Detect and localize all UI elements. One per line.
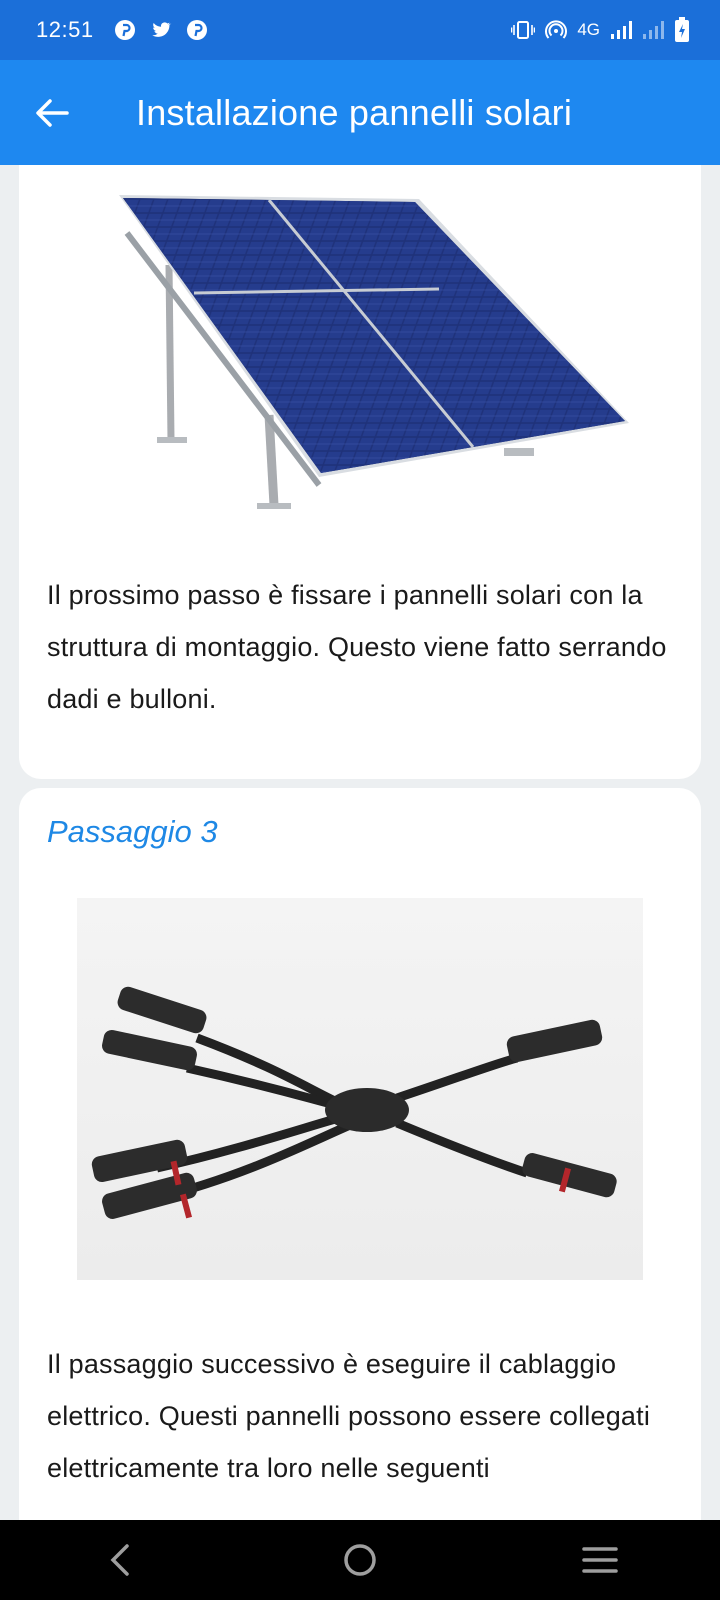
status-left: 12:51 <box>36 17 208 43</box>
signal-icon <box>643 21 664 39</box>
vibrate-icon <box>511 21 536 39</box>
status-time: 12:51 <box>36 17 94 42</box>
back-icon <box>110 1544 129 1576</box>
network-type: 4G <box>577 20 600 39</box>
nav-home-button[interactable] <box>320 1520 400 1600</box>
nav-back-button[interactable] <box>80 1520 160 1600</box>
connector-drawing <box>91 986 617 1219</box>
pinterest-icon <box>186 20 207 40</box>
step-card: Il prossimo passo è fissare i pannelli s… <box>19 165 701 779</box>
solar-panel-mount-image <box>119 195 629 509</box>
battery-charging-icon <box>675 17 689 42</box>
status-right: 4G <box>511 17 690 43</box>
step-card: Passaggio 3 Il passaggio successivo è es… <box>19 788 701 1520</box>
twitter-icon <box>151 22 171 37</box>
system-nav-bar <box>0 1520 720 1600</box>
back-button[interactable] <box>22 83 82 143</box>
app-bar: Installazione pannelli solari <box>0 60 720 165</box>
step-title: Passaggio 3 <box>47 814 218 849</box>
nav-menu-button[interactable] <box>560 1520 640 1600</box>
hotspot-icon <box>545 20 568 39</box>
signal-icon <box>611 21 632 39</box>
menu-icon <box>582 1547 618 1573</box>
status-bar: 12:51 4G <box>0 0 720 60</box>
content-scroll[interactable]: Il prossimo passo è fissare i pannelli s… <box>0 165 720 1520</box>
home-icon <box>344 1544 376 1576</box>
page-title: Installazione pannelli solari <box>136 91 573 133</box>
pinterest-icon <box>114 20 135 40</box>
step-description: Il prossimo passo è fissare i pannelli s… <box>47 580 667 714</box>
step-description: Il passaggio successivo è eseguire il ca… <box>47 1349 651 1483</box>
arrow-left-icon <box>36 98 69 127</box>
mc4-branch-connector-image <box>77 898 643 1280</box>
